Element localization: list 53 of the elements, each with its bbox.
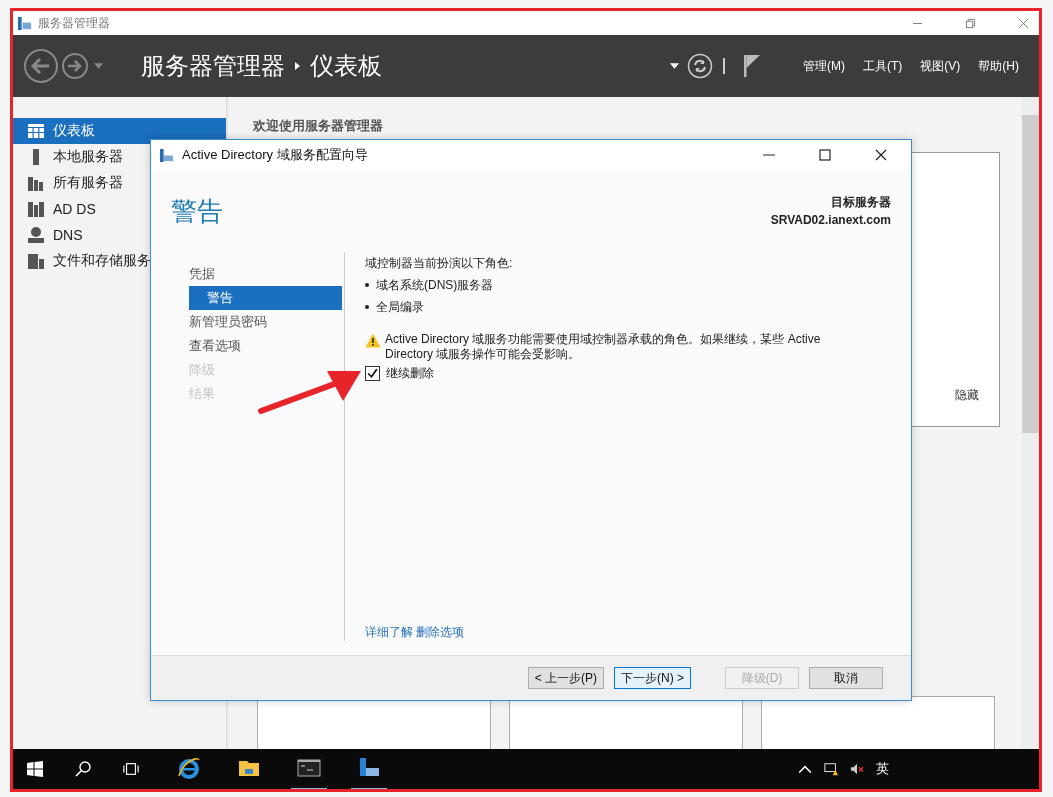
storage-icon (27, 252, 45, 270)
menu-item[interactable]: 管理(M) (803, 57, 845, 75)
window-title: 服务器管理器 (38, 14, 110, 32)
role-item: 域名系统(DNS)服务器 (365, 274, 851, 296)
speaker-muted-icon[interactable] (850, 762, 864, 776)
menu-item[interactable]: 视图(V) (920, 57, 961, 75)
input-method-indicator[interactable]: 英 (876, 760, 889, 778)
flag-icon[interactable] (743, 54, 761, 78)
forward-icon[interactable] (61, 52, 89, 80)
hide-link[interactable]: 隐藏 (955, 387, 979, 404)
windows-start-icon[interactable] (27, 761, 43, 777)
dropdown-icon[interactable] (670, 63, 679, 69)
menu-item[interactable]: 工具(T) (863, 57, 903, 75)
warning-icon (365, 333, 381, 348)
restore-icon[interactable] (965, 17, 976, 29)
wizard-step[interactable]: 查看选项 (189, 334, 241, 358)
directory-icon (27, 200, 45, 218)
checkbox-label: 继续删除 (386, 365, 434, 382)
scrollbar[interactable] (1022, 97, 1039, 749)
grid-icon (27, 122, 45, 140)
sidebar-item[interactable]: 所有服务器 (13, 170, 226, 196)
page-heading: 警告 (171, 195, 223, 228)
next-button[interactable]: 下一步(N) > (614, 667, 691, 689)
breadcrumb-item: 服务器管理器 (141, 51, 285, 81)
dialog-button[interactable]: < 上一步(P) (527, 667, 604, 689)
role-item: 全局编录 (365, 296, 851, 318)
wizard-icon (159, 147, 174, 163)
wizard-step[interactable]: 新管理员密码 (189, 310, 267, 334)
more-info-link[interactable]: 详细了解 删除选项 (365, 624, 465, 641)
checkbox[interactable] (365, 366, 380, 381)
breadcrumb-item: 仪表板 (310, 51, 382, 81)
servers-icon (27, 174, 45, 192)
task-view-icon[interactable] (123, 761, 139, 777)
roles-intro: 域控制器当前扮演以下角色: (365, 255, 514, 272)
server-manager-icon (17, 15, 32, 31)
dialog-title: Active Directory 域服务配置向导 (182, 146, 368, 164)
wizard-step[interactable]: 警告 (189, 286, 342, 310)
dialog-button[interactable]: 取消 (809, 667, 883, 689)
back-icon[interactable] (23, 48, 59, 84)
refresh-icon[interactable] (687, 53, 713, 79)
breadcrumb-separator-icon (295, 62, 300, 70)
maximize-icon[interactable] (819, 149, 831, 161)
network-icon (27, 226, 45, 244)
close-icon[interactable] (875, 149, 887, 161)
menu-item[interactable]: 帮助(H) (978, 57, 1019, 75)
sidebar-item[interactable]: 仪表板 (13, 118, 226, 144)
search-icon[interactable] (75, 761, 91, 777)
warning-message: Active Directory 域服务功能需要使用域控制器承载的角色。如果继续，某些 Active Directory 域服务操作可能会受影响。 (385, 332, 822, 362)
network-warning-icon[interactable] (824, 762, 838, 776)
target-server-label: 目标服务器 (831, 194, 891, 211)
welcome-title: 欢迎使用服务器管理器 (253, 117, 384, 135)
wizard-step[interactable]: 凭据 (189, 262, 215, 286)
target-server-name: SRVAD02.ianext.com (770, 213, 891, 227)
